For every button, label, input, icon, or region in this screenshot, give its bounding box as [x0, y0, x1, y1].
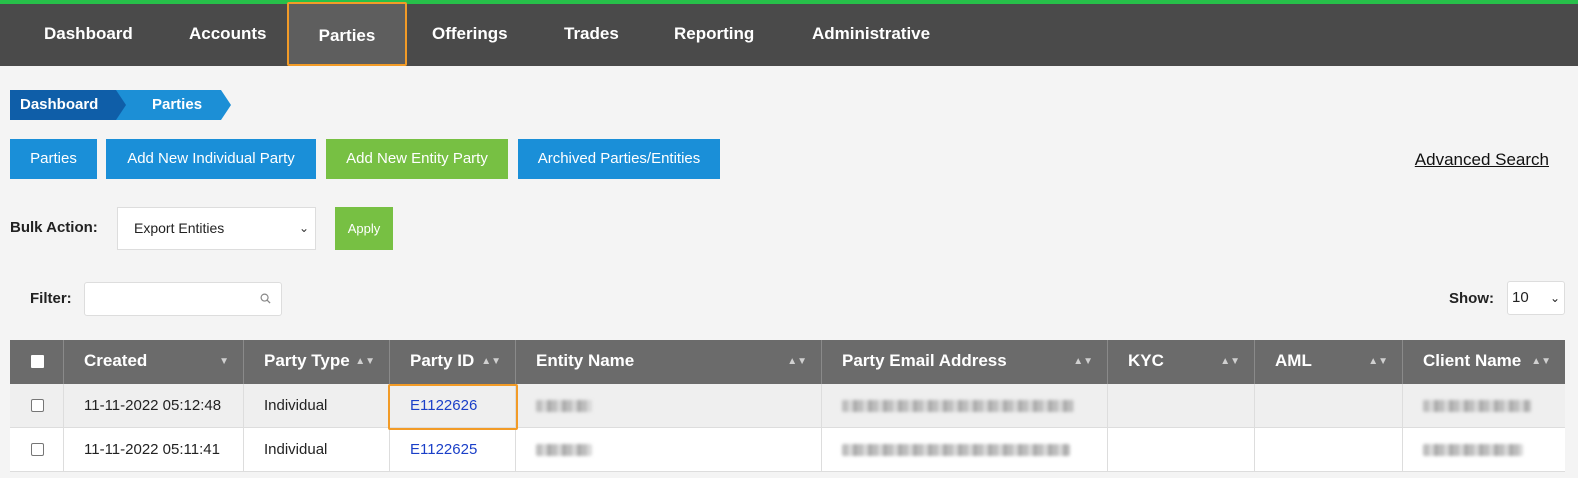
header-entity-name[interactable]: Entity Name ▲▼ — [516, 340, 822, 384]
nav-dashboard[interactable]: Dashboard — [44, 4, 133, 66]
header-client-name[interactable]: Client Name ▲▼ — [1403, 340, 1565, 384]
header-select-all[interactable] — [10, 340, 64, 384]
kyc-cell — [1108, 384, 1255, 428]
header-party-email-label: Party Email Address — [842, 351, 1007, 370]
party-type-cell: Individual — [244, 384, 390, 428]
bulk-action-label: Bulk Action: — [10, 219, 98, 236]
chevron-down-icon: ⌄ — [1549, 291, 1560, 305]
row-select-cell — [10, 384, 64, 428]
entity-name-cell — [516, 428, 822, 472]
redacted-client-name — [1423, 444, 1523, 457]
breadcrumb-dashboard[interactable]: Dashboard — [10, 90, 126, 120]
redacted-entity-name — [536, 400, 592, 413]
header-kyc[interactable]: KYC ▲▼ — [1108, 340, 1255, 384]
row-checkbox[interactable] — [31, 443, 44, 456]
apply-button[interactable]: Apply — [335, 207, 393, 250]
add-individual-party-button[interactable]: Add New Individual Party — [106, 139, 316, 179]
party-id-highlight — [388, 384, 518, 430]
nav-trades[interactable]: Trades — [564, 4, 619, 66]
party-email-cell — [822, 428, 1108, 472]
table-header: Created ▼ Party Type ▲▼ Party ID ▲▼ Enti… — [10, 340, 1565, 384]
table-row: 11-11-2022 05:11:41 Individual E1122625 — [10, 428, 1565, 472]
sort-icon: ▲▼ — [1531, 356, 1551, 367]
row-select-cell — [10, 428, 64, 472]
add-entity-party-button[interactable]: Add New Entity Party — [326, 139, 508, 179]
created-cell: 11-11-2022 05:12:48 — [64, 384, 244, 428]
header-party-type[interactable]: Party Type ▲▼ — [244, 340, 390, 384]
filter-input[interactable] — [84, 282, 282, 316]
aml-cell — [1255, 384, 1403, 428]
select-all-checkbox[interactable] — [31, 355, 44, 368]
sort-icon: ▲▼ — [787, 356, 807, 367]
show-entries-select[interactable]: 10 ⌄ — [1507, 281, 1565, 315]
table-row: 11-11-2022 05:12:48 Individual E1122626 — [10, 384, 1565, 428]
nav-administrative[interactable]: Administrative — [812, 4, 930, 66]
redacted-email — [842, 400, 1074, 413]
party-email-cell — [822, 384, 1108, 428]
nav-offerings[interactable]: Offerings — [432, 4, 508, 66]
search-icon — [260, 293, 271, 304]
show-entries-value: 10 — [1512, 289, 1529, 306]
client-name-cell — [1403, 384, 1565, 428]
header-aml-label: AML — [1275, 351, 1312, 370]
breadcrumb-parties: Parties — [110, 90, 231, 120]
top-nav: Dashboard Accounts Parties Offerings Tra… — [0, 0, 1578, 66]
redacted-entity-name — [536, 444, 592, 457]
header-kyc-label: KYC — [1128, 351, 1164, 370]
sort-icon: ▲▼ — [1073, 356, 1093, 367]
header-created-label: Created — [84, 351, 148, 370]
nav-reporting[interactable]: Reporting — [674, 4, 754, 66]
header-entity-name-label: Entity Name — [536, 351, 635, 370]
bulk-action-select[interactable]: Export Entities ⌄ — [117, 207, 316, 250]
sort-icon: ▲▼ — [355, 356, 375, 367]
party-id-cell: E1122625 — [390, 428, 516, 472]
show-label: Show: — [1449, 290, 1494, 307]
party-id-link[interactable]: E1122625 — [410, 441, 477, 458]
party-type-cell: Individual — [244, 428, 390, 472]
redacted-client-name — [1423, 400, 1531, 413]
sort-icon: ▲▼ — [1220, 356, 1240, 367]
header-party-id-label: Party ID — [410, 351, 475, 370]
header-party-email[interactable]: Party Email Address ▲▼ — [822, 340, 1108, 384]
sort-icon: ▲▼ — [1368, 356, 1388, 367]
created-cell: 11-11-2022 05:11:41 — [64, 428, 244, 472]
nav-accounts[interactable]: Accounts — [189, 4, 266, 66]
chevron-down-icon: ⌄ — [298, 221, 309, 235]
redacted-email — [842, 444, 1070, 457]
header-party-type-label: Party Type — [264, 351, 350, 370]
header-aml[interactable]: AML ▲▼ — [1255, 340, 1403, 384]
nav-parties[interactable]: Parties — [287, 2, 407, 66]
header-created[interactable]: Created ▼ — [64, 340, 244, 384]
row-checkbox[interactable] — [31, 399, 44, 412]
header-party-id[interactable]: Party ID ▲▼ — [390, 340, 516, 384]
client-name-cell — [1403, 428, 1565, 472]
sort-icon: ▲▼ — [481, 356, 501, 367]
aml-cell — [1255, 428, 1403, 472]
kyc-cell — [1108, 428, 1255, 472]
parties-button[interactable]: Parties — [10, 139, 97, 179]
header-client-name-label: Client Name — [1423, 351, 1522, 370]
filter-label: Filter: — [30, 290, 72, 307]
advanced-search-link[interactable]: Advanced Search — [1415, 150, 1549, 170]
entity-name-cell — [516, 384, 822, 428]
sort-desc-icon: ▼ — [219, 356, 229, 367]
archived-parties-button[interactable]: Archived Parties/Entities — [518, 139, 720, 179]
bulk-action-value: Export Entities — [134, 220, 225, 236]
